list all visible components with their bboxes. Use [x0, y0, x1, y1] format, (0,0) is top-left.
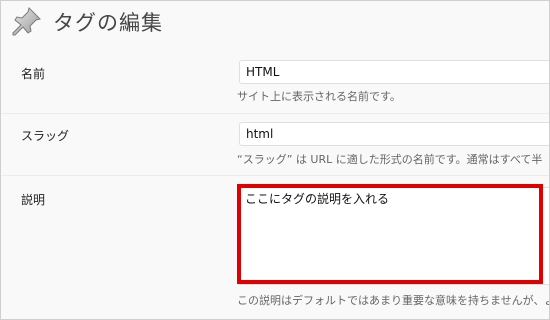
name-description: サイト上に表示される名前です。: [237, 90, 401, 103]
row-divider: [1, 175, 549, 176]
edit-tag-panel: タグの編集 名前 HTML サイト上に表示される名前です。 スラッグ html …: [0, 0, 550, 320]
row-divider: [1, 113, 549, 114]
slug-label: スラッグ: [21, 129, 70, 143]
description-help: この説明はデフォルトではあまり重要な意味を持ちませんが、よ: [237, 294, 550, 307]
page-header: タグの編集: [9, 5, 163, 39]
page-title: タグの編集: [53, 11, 163, 35]
description-textarea[interactable]: ここにタグの説明を入れる: [239, 187, 549, 285]
name-input[interactable]: HTML: [239, 60, 549, 84]
name-label: 名前: [21, 67, 46, 81]
description-label: 説明: [21, 193, 46, 207]
slug-description: “スラッグ” は URL に適した形式の名前です。通常はすべて半: [237, 153, 543, 166]
pushpin-icon: [12, 7, 41, 36]
slug-input[interactable]: html: [239, 122, 549, 146]
